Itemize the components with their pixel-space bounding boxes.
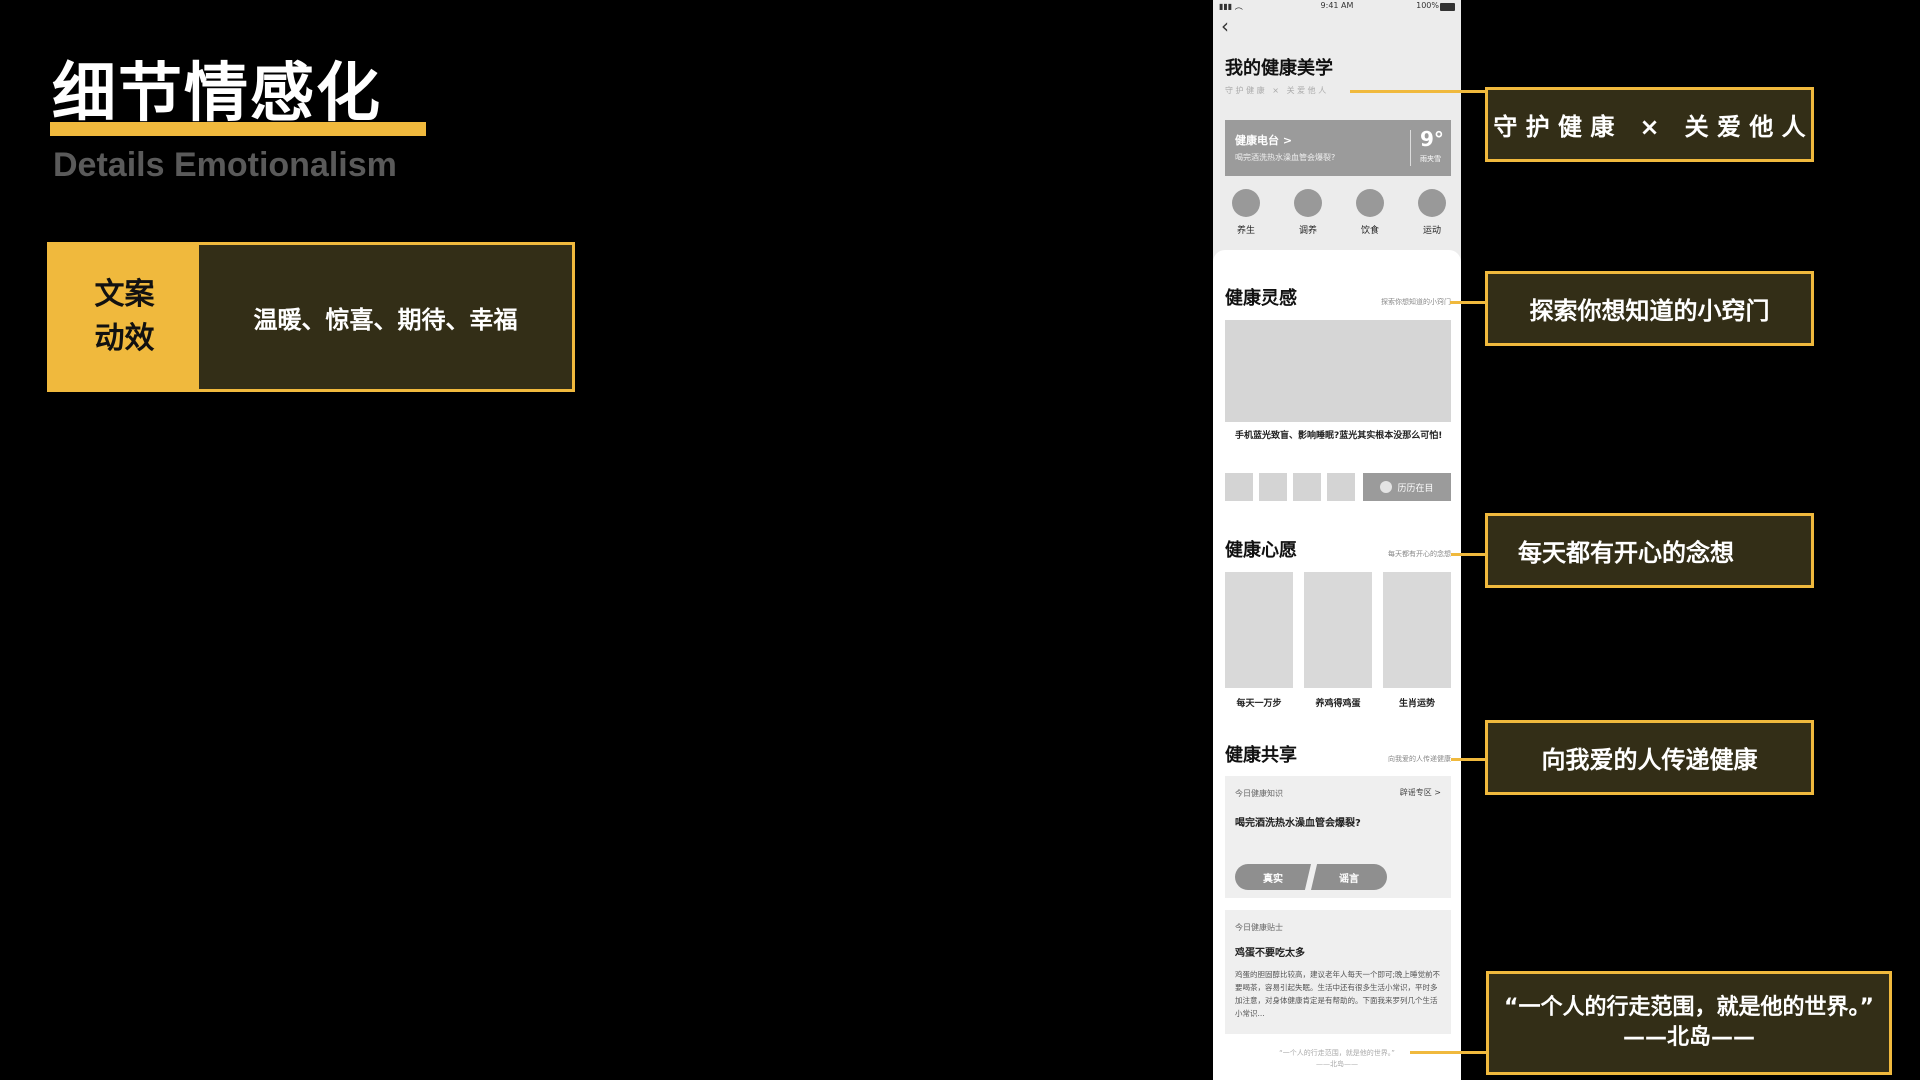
footer-quote-author: ——北岛—— xyxy=(1316,1060,1358,1068)
category-circle-icon xyxy=(1294,189,1322,217)
category-circle-icon xyxy=(1418,189,1446,217)
knowledge-question: 喝完酒洗热水澡血管会爆裂? xyxy=(1235,818,1361,829)
wishes-hint: 每天都有开心的念想 xyxy=(1388,550,1451,558)
tip-body: 鸡蛋的胆固醇比较高，建议老年人每天一个即可;晚上睡觉前不要喝茶，容易引起失眠。生… xyxy=(1235,970,1441,1018)
category-yundong[interactable]: 运动 xyxy=(1417,189,1447,236)
inspiration-image[interactable] xyxy=(1225,320,1451,422)
weather-temp: 9° xyxy=(1420,127,1444,151)
health-radio-card[interactable]: 健康电台 > 喝完酒洗热水澡血管会爆裂? 9° 雨夹雪 xyxy=(1225,120,1451,176)
slide-subtitle: Details Emotionalism xyxy=(53,146,397,184)
back-chevron-icon[interactable]: ‹ xyxy=(1221,16,1229,36)
category-tiaoyang[interactable]: 调养 xyxy=(1293,189,1323,236)
rumor-zone-link[interactable]: 辟谣专区 > xyxy=(1400,787,1441,798)
copy-motion-card: 文案 动效 温暖、惊喜、期待、幸福 xyxy=(47,242,575,392)
radio-divider xyxy=(1410,130,1411,166)
history-button-label: 历历在目 xyxy=(1397,483,1434,494)
inspiration-title: 健康灵感 xyxy=(1225,288,1297,309)
category-yangsheng[interactable]: 养生 xyxy=(1231,189,1261,236)
tip-card: 今日健康贴士 鸡蛋不要吃太多 鸡蛋的胆固醇比较高，建议老年人每天一个即可;晚上睡… xyxy=(1225,910,1451,1034)
annotation-wishes: 每天都有开心的念想 xyxy=(1485,513,1814,588)
thumb-3[interactable] xyxy=(1293,473,1321,501)
category-label: 养生 xyxy=(1236,226,1255,236)
slide-title: 细节情感化 xyxy=(52,57,382,131)
thumb-1[interactable] xyxy=(1225,473,1253,501)
wish-card-3[interactable] xyxy=(1383,572,1451,688)
card-tag-line2: 动效 xyxy=(94,321,155,356)
annotation-quote-line2: ——北岛—— xyxy=(1622,1025,1755,1050)
page-title: 我的健康美学 xyxy=(1225,58,1333,79)
page-tagline: 守 护 健 康 × 关 爱 他 人 xyxy=(1225,86,1327,95)
thumb-2[interactable] xyxy=(1259,473,1287,501)
share-hint: 向我爱的人传递健康 xyxy=(1388,755,1451,763)
status-battery: 100% xyxy=(1416,1,1439,10)
annotation-quote-line1: “一个人的行走范围，就是他的世界。” xyxy=(1504,995,1874,1020)
rumor-button[interactable]: 谣言 xyxy=(1311,864,1387,890)
radio-title: 健康电台 > xyxy=(1235,134,1293,147)
content-panel: 健康灵感 探索你想知道的小窍门 手机蓝光致盲、影响睡眠?蓝光其实根本没那么可怕!… xyxy=(1213,250,1461,1080)
inspiration-hint: 探索你想知道的小窍门 xyxy=(1381,298,1451,306)
category-circle-icon xyxy=(1356,189,1384,217)
wish-label-3: 生肖运势 xyxy=(1398,699,1435,709)
annotation-inspiration: 探索你想知道的小窍门 xyxy=(1485,271,1814,346)
history-dot-icon xyxy=(1380,481,1393,493)
knowledge-card: 今日健康知识 辟谣专区 > 喝完酒洗热水澡血管会爆裂? 真实 谣言 xyxy=(1225,776,1451,898)
connector-line-inspiration xyxy=(1450,301,1486,304)
category-label: 饮食 xyxy=(1360,226,1379,236)
wishes-title: 健康心愿 xyxy=(1225,540,1297,561)
connector-line-wishes xyxy=(1451,553,1486,556)
connector-line-tagline xyxy=(1350,90,1486,93)
tip-label: 今日健康贴士 xyxy=(1235,923,1283,932)
history-button[interactable]: 历历在目 xyxy=(1363,473,1451,501)
weather-desc: 雨夹雪 xyxy=(1420,155,1441,163)
category-label: 调养 xyxy=(1298,226,1317,236)
inspiration-article[interactable]: 手机蓝光致盲、影响睡眠?蓝光其实根本没那么可怕! xyxy=(1235,430,1443,443)
category-circle-icon xyxy=(1232,189,1260,217)
connector-line-quote xyxy=(1410,1051,1486,1054)
card-tag: 文案 动效 xyxy=(50,245,199,389)
thumb-4[interactable] xyxy=(1327,473,1355,501)
annotation-tagline: 守 护 健 康 × 关 爱 他 人 xyxy=(1485,87,1814,162)
annotation-share: 向我爱的人传递健康 xyxy=(1485,720,1814,795)
tip-title: 鸡蛋不要吃太多 xyxy=(1235,948,1305,959)
connector-line-share xyxy=(1451,758,1486,761)
card-description: 温暖、惊喜、期待、幸福 xyxy=(253,305,518,334)
wish-card-2[interactable] xyxy=(1304,572,1372,688)
true-button[interactable]: 真实 xyxy=(1235,864,1311,890)
share-title: 健康共享 xyxy=(1225,745,1297,766)
phone-mockup: ▮▮▮ ︵ 9:41 AM 100% ‹ 我的健康美学 守 护 健 康 × 关 … xyxy=(1213,0,1461,1080)
category-yinshi[interactable]: 饮食 xyxy=(1355,189,1385,236)
knowledge-label: 今日健康知识 xyxy=(1235,789,1283,798)
wish-card-1[interactable] xyxy=(1225,572,1293,688)
annotation-quote: “一个人的行走范围，就是他的世界。” ——北岛—— xyxy=(1486,971,1892,1075)
battery-icon xyxy=(1440,3,1455,11)
wish-label-2: 养鸡得鸡蛋 xyxy=(1315,699,1361,709)
radio-subtitle: 喝完酒洗热水澡血管会爆裂? xyxy=(1235,153,1336,162)
wish-label-1: 每天一万步 xyxy=(1236,699,1282,709)
category-label: 运动 xyxy=(1422,226,1441,236)
card-tag-line1: 文案 xyxy=(94,277,155,312)
